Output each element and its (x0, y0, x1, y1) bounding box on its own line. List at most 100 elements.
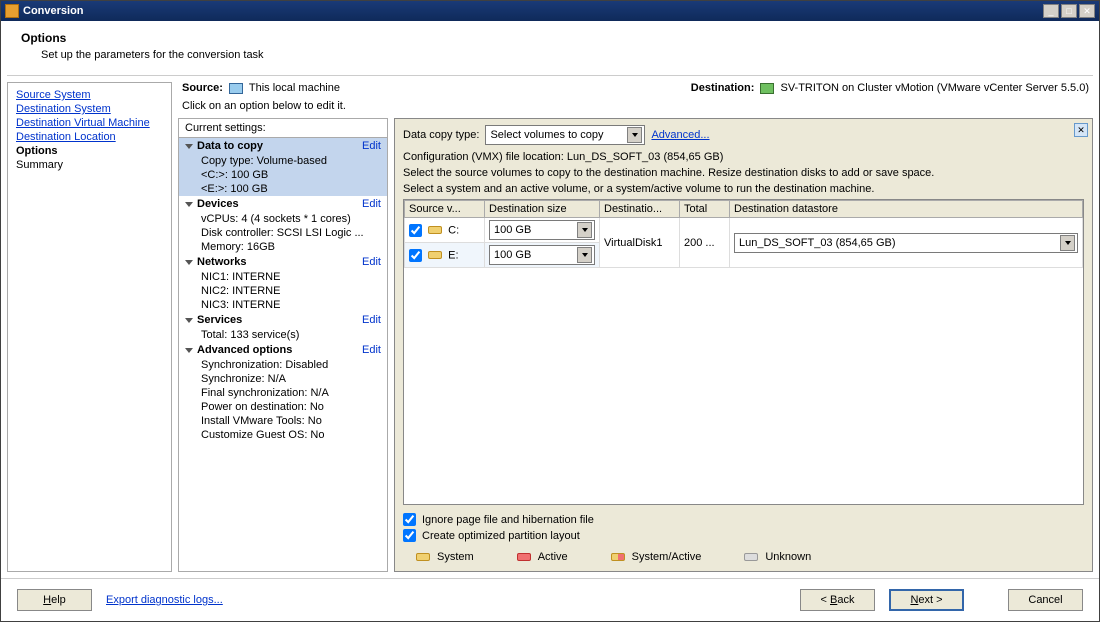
step-destination-location[interactable]: Destination Location (16, 131, 163, 143)
table-row[interactable]: C: 100 GB VirtualDisk1 (405, 218, 1083, 243)
settings-group-header[interactable]: ServicesEdit (179, 312, 387, 328)
next-button[interactable]: Next > (889, 589, 964, 611)
chevron-down-icon (185, 318, 193, 323)
settings-item[interactable]: Synchronize: N/A (179, 372, 387, 386)
wizard-footer: Help Export diagnostic logs... < Back Ne… (1, 578, 1099, 621)
chevron-down-icon (185, 202, 193, 207)
settings-tree: Current settings: Data to copyEditCopy t… (178, 118, 388, 572)
close-button[interactable]: ✕ (1079, 4, 1095, 18)
col-dest-size[interactable]: Destination size (485, 201, 600, 218)
chevron-down-icon (627, 127, 642, 143)
settings-group-header[interactable]: NetworksEdit (179, 254, 387, 270)
instruction-text: Click on an option below to edit it. (178, 98, 1093, 118)
settings-item[interactable]: Install VMware Tools: No (179, 414, 387, 428)
edit-link[interactable]: Edit (362, 314, 381, 326)
settings-item[interactable]: Copy type: Volume-based (179, 154, 387, 168)
optimized-layout-checkbox[interactable] (403, 529, 416, 542)
edit-link[interactable]: Edit (362, 256, 381, 268)
back-button[interactable]: < Back (800, 589, 875, 611)
chevron-down-icon (1060, 235, 1075, 251)
settings-item[interactable]: NIC2: INTERNE (179, 284, 387, 298)
settings-item[interactable]: Total: 133 service(s) (179, 328, 387, 342)
edit-link[interactable]: Edit (362, 198, 381, 210)
system-disk-icon (416, 553, 430, 561)
wizard-steps-sidebar: Source System Destination System Destina… (7, 82, 172, 572)
vmx-location: Configuration (VMX) file location: Lun_D… (403, 151, 1084, 163)
computer-icon (229, 83, 243, 94)
active-disk-icon (517, 553, 531, 561)
copy-type-label: Data copy type: (403, 129, 479, 141)
unknown-disk-icon (744, 553, 758, 561)
volumes-table: Source v... Destination size Destinatio.… (403, 199, 1084, 505)
app-icon (5, 4, 19, 18)
main-area: Source System Destination System Destina… (1, 76, 1099, 578)
cancel-button[interactable]: Cancel (1008, 589, 1083, 611)
col-datastore[interactable]: Destination datastore (730, 201, 1083, 218)
titlebar[interactable]: Conversion _ □ ✕ (1, 1, 1099, 21)
copy-type-dropdown[interactable]: Select volumes to copy (485, 125, 645, 145)
page-title: Options (21, 31, 1079, 45)
wizard-header: Options Set up the parameters for the co… (1, 21, 1099, 75)
ignore-pagefile-checkbox[interactable] (403, 513, 416, 526)
datastore-dropdown[interactable]: Lun_DS_SOFT_03 (854,65 GB) (734, 233, 1078, 253)
settings-item[interactable]: Power on destination: No (179, 400, 387, 414)
step-summary: Summary (16, 159, 163, 171)
disk-icon (428, 251, 442, 259)
export-logs-link[interactable]: Export diagnostic logs... (106, 594, 223, 606)
settings-item[interactable]: vCPUs: 4 (4 sockets * 1 cores) (179, 212, 387, 226)
settings-group-header[interactable]: Advanced optionsEdit (179, 342, 387, 358)
settings-group-header[interactable]: Data to copyEdit (179, 138, 387, 154)
maximize-button[interactable]: □ (1061, 4, 1077, 18)
chevron-down-icon (185, 260, 193, 265)
page-subtitle: Set up the parameters for the conversion… (41, 49, 1079, 61)
window-title: Conversion (23, 5, 1043, 17)
help-text-1: Select the source volumes to copy to the… (403, 167, 1084, 179)
settings-item[interactable]: Disk controller: SCSI LSI Logic ... (179, 226, 387, 240)
server-icon (760, 83, 774, 94)
settings-item[interactable]: <C:>: 100 GB (179, 168, 387, 182)
total-cell: 200 ... (680, 218, 730, 268)
col-total[interactable]: Total (680, 201, 730, 218)
help-button[interactable]: Help (17, 589, 92, 611)
settings-item[interactable]: NIC3: INTERNE (179, 298, 387, 312)
col-dest-disk[interactable]: Destinatio... (600, 201, 680, 218)
settings-item[interactable]: NIC1: INTERNE (179, 270, 387, 284)
chevron-down-icon (577, 222, 592, 238)
dest-disk-cell: VirtualDisk1 (600, 218, 680, 268)
optimized-layout-label: Create optimized partition layout (422, 530, 580, 542)
ignore-pagefile-label: Ignore page file and hibernation file (422, 514, 594, 526)
settings-item[interactable]: Final synchronization: N/A (179, 386, 387, 400)
destination-info: Destination: SV-TRITON on Cluster vMotio… (691, 82, 1089, 94)
panel-close-icon[interactable]: ✕ (1074, 123, 1088, 137)
minimize-button[interactable]: _ (1043, 4, 1059, 18)
step-options: Options (16, 145, 163, 157)
step-destination-vm[interactable]: Destination Virtual Machine (16, 117, 163, 129)
system-active-disk-icon (611, 553, 625, 561)
legend: System Active System/Active Unknown (403, 545, 1084, 565)
size-c-dropdown[interactable]: 100 GB (489, 220, 595, 240)
edit-link[interactable]: Edit (362, 140, 381, 152)
chevron-down-icon (185, 144, 193, 149)
step-source-system[interactable]: Source System (16, 89, 163, 101)
step-destination-system[interactable]: Destination System (16, 103, 163, 115)
settings-group-header[interactable]: DevicesEdit (179, 196, 387, 212)
settings-item[interactable]: Customize Guest OS: No (179, 428, 387, 442)
advanced-link[interactable]: Advanced... (651, 129, 709, 141)
settings-header: Current settings: (179, 119, 387, 138)
help-text-2: Select a system and an active volume, or… (403, 183, 1084, 195)
disk-icon (428, 226, 442, 234)
source-info: Source: This local machine (182, 82, 340, 94)
details-panel: ✕ Data copy type: Select volumes to copy… (394, 118, 1093, 572)
conversion-window: Conversion _ □ ✕ Options Set up the para… (0, 0, 1100, 622)
edit-link[interactable]: Edit (362, 344, 381, 356)
col-source-volume[interactable]: Source v... (405, 201, 485, 218)
settings-item[interactable]: Memory: 16GB (179, 240, 387, 254)
chevron-down-icon (577, 247, 592, 263)
volume-e-checkbox[interactable] (409, 249, 422, 262)
content-panel: Source: This local machine Destination: … (178, 82, 1093, 572)
settings-item[interactable]: Synchronization: Disabled (179, 358, 387, 372)
volume-c-checkbox[interactable] (409, 224, 422, 237)
chevron-down-icon (185, 348, 193, 353)
size-e-dropdown[interactable]: 100 GB (489, 245, 595, 265)
settings-item[interactable]: <E:>: 100 GB (179, 182, 387, 196)
